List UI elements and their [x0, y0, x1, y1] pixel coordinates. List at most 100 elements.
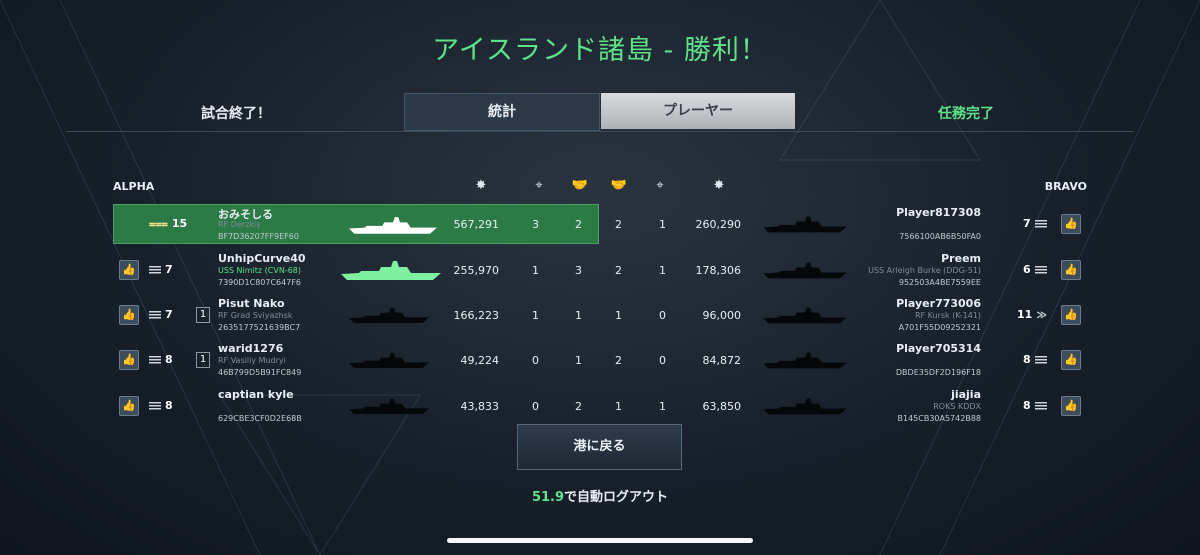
player-name[interactable]: Player817308: [813, 206, 981, 219]
rank-value: 7: [165, 308, 173, 321]
rank-bars-icon: [1034, 220, 1047, 228]
home-indicator[interactable]: [447, 538, 753, 543]
player-name[interactable]: captian kyle: [218, 388, 294, 401]
assists-value: 2: [575, 400, 582, 413]
assists-value: 1: [615, 309, 622, 322]
rank-value: 8: [165, 399, 173, 412]
like-icon[interactable]: 👍: [119, 396, 139, 416]
damage-value: 166,223: [453, 309, 500, 322]
logout-seconds: 51.9: [531, 490, 565, 505]
rank-value: 15: [171, 217, 188, 230]
rank-value: 6: [1023, 263, 1031, 276]
auto-logout-timer: 51.9で自動ログアウト: [0, 486, 1200, 505]
kills-value: 0: [532, 354, 539, 367]
kills-value: 3: [532, 218, 539, 231]
tab-players[interactable]: プレーヤー: [601, 93, 795, 129]
rank-badge: 6: [1023, 263, 1051, 276]
rank-badge: 11 ≫: [1017, 308, 1047, 321]
ship-silhouette: [349, 214, 437, 240]
ship-name: ROKS KDDX: [933, 402, 981, 411]
table-row: ⩶ 15 おみそしる RF Derzkiy BF7D36207FF9EF60 567,29…: [113, 204, 1087, 244]
player-id: DBDE35DF2D196F18: [895, 368, 981, 377]
level-badge: 1: [196, 352, 210, 368]
tab-stats[interactable]: 統計: [404, 93, 600, 131]
rank-badge: 7: [1023, 217, 1051, 230]
damage-value: 63,850: [702, 400, 742, 413]
damage-value: 84,872: [702, 354, 742, 367]
kills-value: 0: [659, 354, 666, 367]
rank-badge: ⩶ 15: [149, 217, 187, 231]
kills-value: 1: [532, 309, 539, 322]
match-result-title: アイスランド諸島 - 勝利！: [432, 35, 768, 66]
assists-value: 2: [575, 218, 582, 231]
rank-badge: 8: [149, 353, 173, 366]
damage-value: 260,290: [695, 218, 742, 231]
ship-name: RF Derzkiy: [218, 220, 261, 229]
ship-name: USS Arleigh Burke (DDG-51): [868, 266, 981, 275]
ship-silhouette: [349, 350, 429, 374]
kills-value: 1: [659, 264, 666, 277]
player-id: 952503A4BE7559EE: [898, 278, 981, 287]
player-name[interactable]: Player705314: [813, 342, 981, 355]
like-icon[interactable]: 👍: [1061, 214, 1081, 234]
assists-value: 2: [615, 218, 622, 231]
table-row: 👍 8 captian kyle 629CBE3CF0D2E68B 43,833 0 2 1 1…: [113, 386, 1087, 426]
return-to-port-button[interactable]: 港に戻る: [517, 424, 682, 470]
rank-bars-icon: [149, 356, 161, 364]
team-bravo-label: BRAVO: [1044, 180, 1087, 193]
rank-value: 7: [1023, 217, 1031, 230]
damage-value: 43,833: [460, 400, 500, 413]
like-icon[interactable]: 👍: [119, 260, 139, 280]
rank-bars-icon: [149, 311, 161, 319]
player-id: A701F55D09252321: [898, 323, 981, 332]
ship-name: RF Grad Sviyazhsk: [218, 311, 293, 320]
player-id: 7566100AB6B50FA0: [899, 232, 981, 241]
player-name[interactable]: UnhipCurve40: [218, 252, 306, 265]
player-name[interactable]: Player773006: [813, 297, 981, 310]
like-icon[interactable]: 👍: [1061, 350, 1081, 370]
kills-value: 1: [659, 400, 666, 413]
player-name[interactable]: Preem: [813, 252, 981, 265]
logout-text: で自動ログアウト: [564, 490, 669, 505]
player-name[interactable]: warid1276: [218, 342, 283, 355]
mission-status: 任務完了: [938, 106, 994, 122]
kills-value: 1: [532, 264, 539, 277]
table-row: 👍 7 UnhipCurve40 USS Nimitz (CVN-68) 7390D1C…: [113, 250, 1087, 290]
player-name[interactable]: Pisut Nako: [218, 297, 285, 310]
ship-name: USS Nimitz (CVN-68): [218, 266, 302, 275]
rank-bars-icon: [149, 402, 161, 410]
handshake-icon: 🤝: [610, 178, 628, 193]
like-icon[interactable]: 👍: [1061, 260, 1081, 280]
rank-badge: 7: [149, 308, 173, 321]
player-id: 2635177521639BC7: [218, 323, 301, 332]
rank-badge: 8: [149, 399, 173, 412]
player-id: 46B799D5B91FC849: [218, 368, 302, 377]
table-row: 👍 7 1 Pisut Nako RF Grad Sviyazhsk 2635177521…: [113, 295, 1087, 335]
top-bar: 試合終了！ 統計 プレーヤー 任務完了: [66, 93, 1134, 132]
damage-value: 96,000: [702, 309, 742, 322]
explosion-icon: ✸: [475, 178, 487, 193]
damage-value: 49,224: [460, 354, 500, 367]
like-icon[interactable]: 👍: [119, 350, 139, 370]
assists-value: 3: [575, 264, 582, 277]
match-status: 試合終了！: [201, 106, 271, 122]
player-name[interactable]: jiajia: [813, 388, 981, 401]
explosion-icon: ✸: [713, 178, 725, 193]
assists-value: 2: [615, 264, 622, 277]
rank-value: 8: [1023, 353, 1031, 366]
like-icon[interactable]: 👍: [1061, 305, 1081, 325]
assists-value: 1: [575, 309, 582, 322]
like-icon[interactable]: 👍: [1061, 396, 1081, 416]
kills-value: 0: [659, 309, 666, 322]
player-id: BF7D36207FF9EF60: [218, 232, 299, 241]
damage-value: 178,306: [695, 264, 742, 277]
assists-value: 1: [575, 354, 582, 367]
damage-value: 567,291: [453, 218, 500, 231]
like-icon[interactable]: 👍: [119, 305, 139, 325]
handshake-icon: 🤝: [571, 178, 589, 193]
rank-bars-icon: [149, 266, 161, 274]
ship-silhouette: [341, 258, 441, 286]
player-id: B145CB30A5742B88: [897, 414, 981, 423]
rank-value: 8: [1023, 399, 1031, 412]
ship-silhouette: [349, 305, 429, 329]
